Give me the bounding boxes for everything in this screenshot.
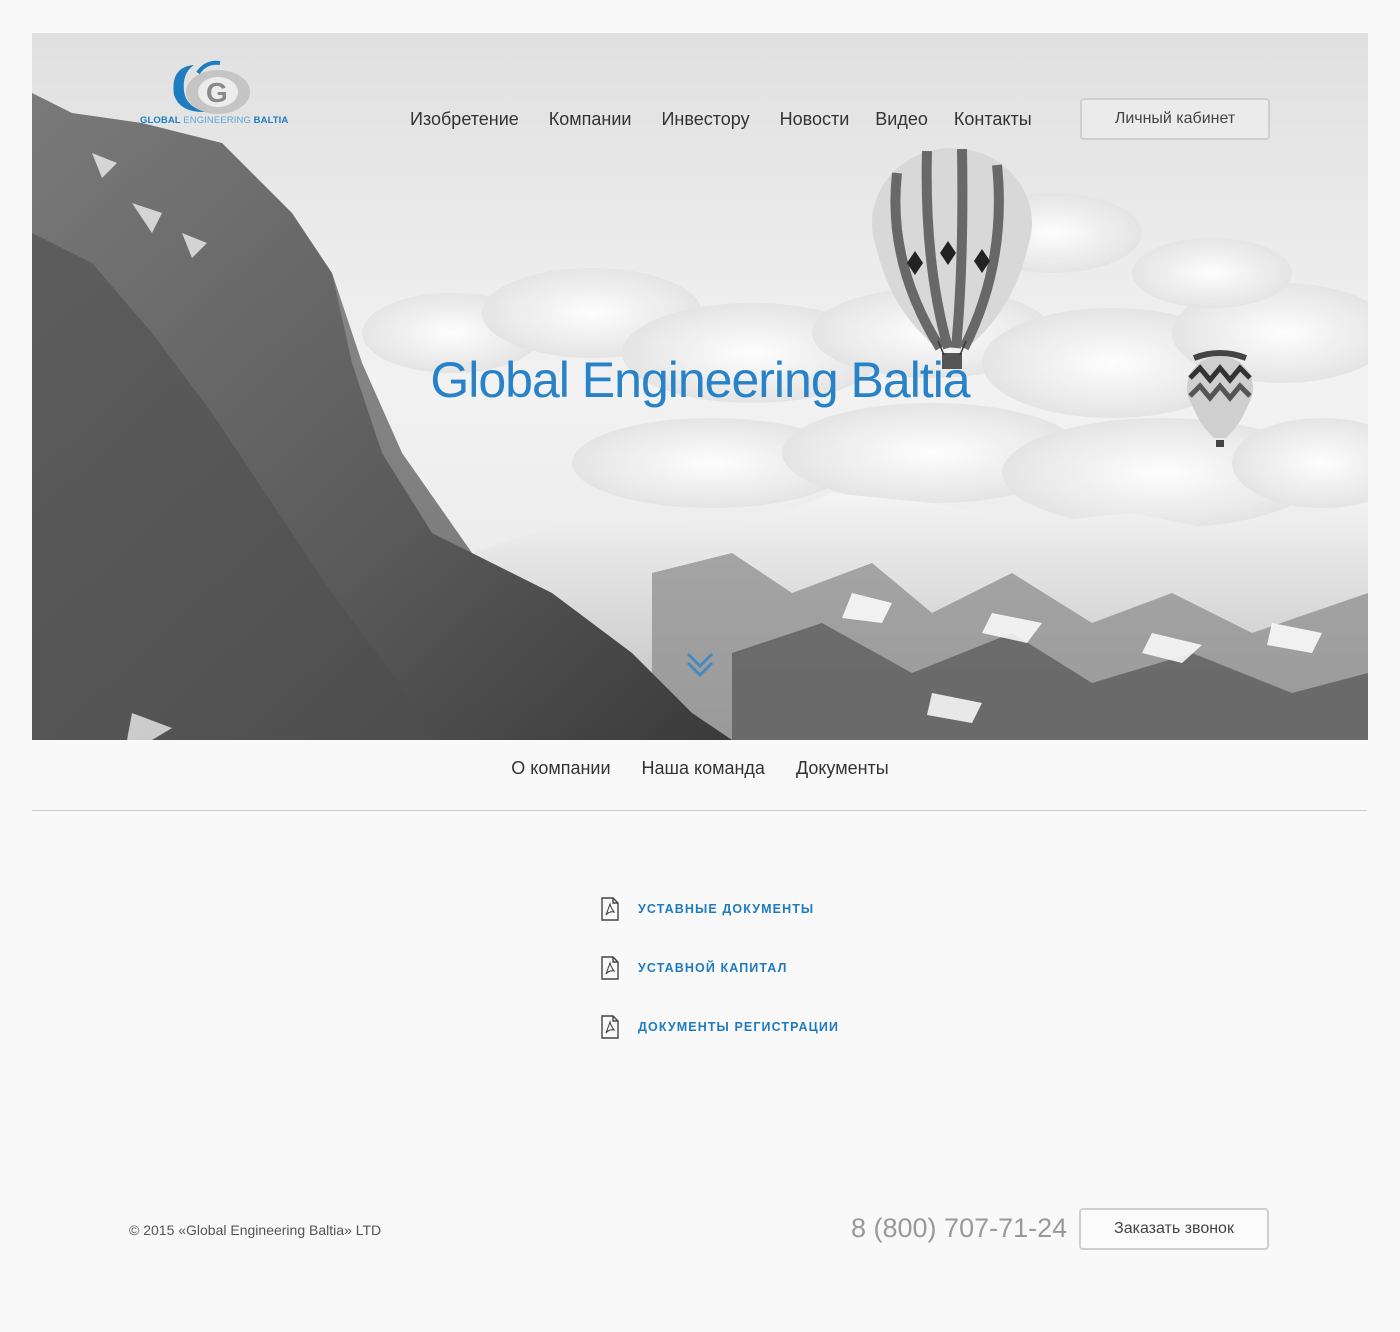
document-link-registration[interactable]: Документы регистрации	[638, 1020, 839, 1034]
footer-copyright: © 2015 «Global Engineering Baltia» LTD	[129, 1222, 382, 1238]
pdf-icon	[601, 956, 619, 980]
nav-item-invention[interactable]: Изобретение	[410, 105, 519, 133]
nav-item-video[interactable]: Видео	[875, 105, 928, 133]
document-item[interactable]: Уставные документы	[600, 897, 839, 921]
pdf-icon	[601, 897, 619, 921]
logo-letter: G	[206, 77, 228, 108]
footer-phone[interactable]: 8 (800) 707-71-24	[851, 1213, 1067, 1244]
subnav-item-documents[interactable]: Документы	[796, 758, 889, 778]
logo-text-baltia: BALTIA	[253, 115, 289, 126]
document-item[interactable]: Уставной капитал	[600, 956, 839, 980]
double-chevron-down-icon[interactable]	[684, 651, 716, 681]
nav-item-investor[interactable]: Инвестору	[661, 105, 749, 133]
company-logo[interactable]: G GLOBAL ENGINEERING BALTIA	[140, 57, 290, 129]
logo-text-engineering: ENGINEERING	[183, 115, 251, 126]
logo-text-global: GLOBAL	[140, 115, 181, 126]
personal-account-button[interactable]: Личный кабинет	[1080, 98, 1270, 140]
logo-text: GLOBAL ENGINEERING BALTIA	[140, 115, 290, 126]
subnav-item-team[interactable]: Наша команда	[642, 758, 765, 778]
subnav-item-about[interactable]: О компании	[511, 758, 610, 778]
pdf-icon	[601, 1015, 619, 1039]
hero-banner: G GLOBAL ENGINEERING BALTIA Изобретение …	[32, 33, 1368, 740]
document-item[interactable]: Документы регистрации	[600, 1015, 839, 1039]
document-link-capital[interactable]: Уставной капитал	[638, 961, 787, 975]
main-nav: Изобретение Компании Инвестору Новости В…	[410, 105, 1062, 133]
request-callback-button[interactable]: Заказать звонок	[1079, 1208, 1269, 1250]
hero-title: Global Engineering Baltia	[430, 352, 970, 408]
nav-item-contacts[interactable]: Контакты	[954, 105, 1032, 133]
logo-emblem-icon: G	[173, 60, 250, 114]
section-subnav: О компании Наша команда Документы	[0, 758, 1400, 779]
documents-list: Уставные документы Уставной капитал Доку…	[600, 897, 839, 1074]
document-link-charter[interactable]: Уставные документы	[638, 902, 814, 916]
nav-item-news[interactable]: Новости	[780, 105, 850, 133]
nav-item-companies[interactable]: Компании	[549, 105, 632, 133]
divider	[32, 810, 1367, 811]
